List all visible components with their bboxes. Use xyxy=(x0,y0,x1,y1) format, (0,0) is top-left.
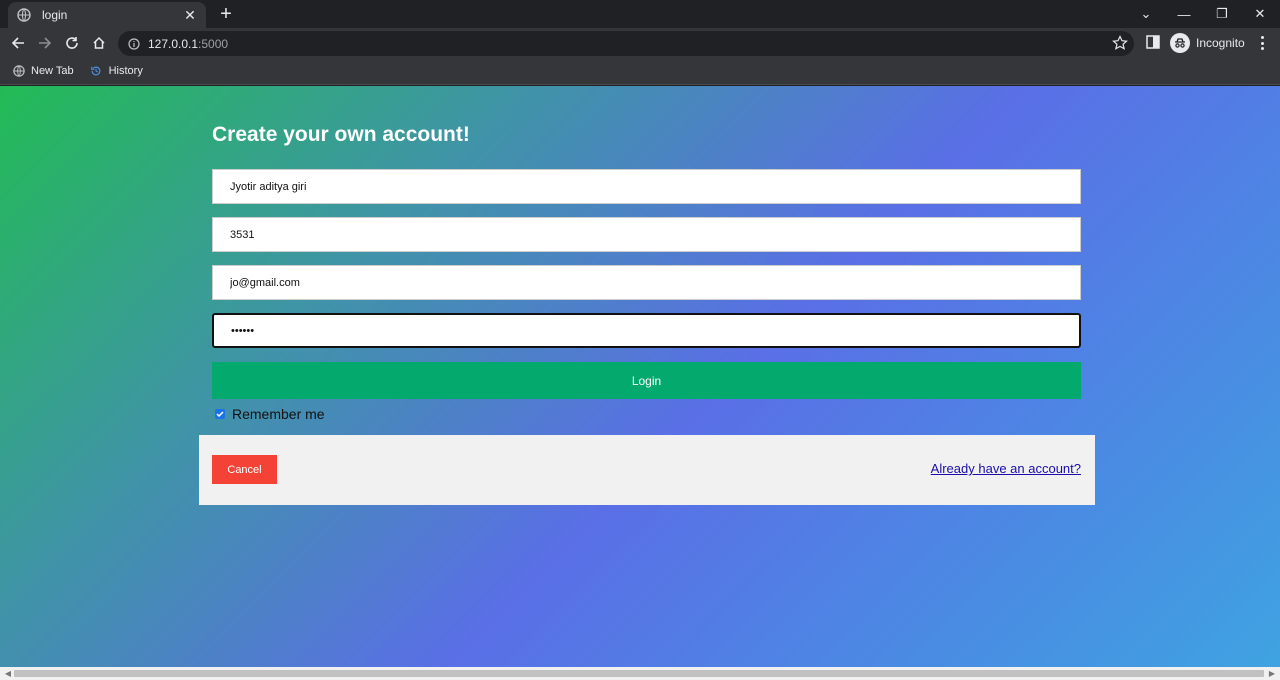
scroll-left-icon[interactable]: ◀ xyxy=(2,669,14,678)
remember-checkbox[interactable] xyxy=(215,409,225,419)
cancel-button[interactable]: Cancel xyxy=(212,455,277,484)
password-field[interactable] xyxy=(212,313,1081,348)
new-tab-button[interactable]: + xyxy=(216,4,236,24)
browser-menu-icon[interactable] xyxy=(1256,33,1268,53)
restore-icon[interactable]: ❐ xyxy=(1203,0,1241,28)
bookmark-history[interactable]: History xyxy=(90,65,143,78)
bookmarks-bar: New Tab History xyxy=(0,58,1280,85)
site-info-icon[interactable] xyxy=(126,36,142,52)
form-footer: Cancel Already have an account? xyxy=(199,435,1095,505)
window-close-icon[interactable]: ✕ xyxy=(1241,0,1279,28)
reload-icon[interactable] xyxy=(61,32,83,54)
browser-tab[interactable]: login ✕ xyxy=(8,2,206,28)
incognito-label: Incognito xyxy=(1196,36,1245,50)
email-field[interactable] xyxy=(212,265,1081,300)
remember-me: Remember me xyxy=(215,406,325,422)
address-bar[interactable]: 127.0.0.1:5000 xyxy=(118,31,1134,56)
browser-toolbar: 127.0.0.1:5000 Incognito xyxy=(0,28,1280,58)
bookmark-label: New Tab xyxy=(31,65,74,77)
scrollbar-thumb[interactable] xyxy=(14,670,1264,677)
bookmark-star-icon[interactable] xyxy=(1112,35,1128,51)
back-arrow-icon[interactable] xyxy=(7,32,29,54)
url-port: :5000 xyxy=(198,36,229,51)
page-viewport: Create your own account! Login Remember … xyxy=(0,86,1280,667)
number-field[interactable] xyxy=(212,217,1081,252)
already-have-account-link[interactable]: Already have an account? xyxy=(931,461,1081,476)
minimize-icon[interactable]: — xyxy=(1165,0,1203,28)
tab-close-icon[interactable]: ✕ xyxy=(182,7,198,24)
tab-strip: login ✕ + ⌄ — ❐ ✕ xyxy=(0,0,1280,28)
incognito-icon xyxy=(1170,33,1190,53)
checkmark-icon xyxy=(216,411,224,418)
tab-title: login xyxy=(42,8,68,22)
globe-icon xyxy=(12,65,25,78)
bookmark-label: History xyxy=(108,65,143,77)
bookmark-new-tab[interactable]: New Tab xyxy=(12,65,74,78)
history-icon xyxy=(90,65,103,78)
remember-label: Remember me xyxy=(232,406,325,422)
home-icon[interactable] xyxy=(88,32,110,54)
tab-search-icon[interactable]: ⌄ xyxy=(1127,0,1165,28)
forward-arrow-icon[interactable] xyxy=(34,32,56,54)
globe-icon xyxy=(16,7,32,23)
incognito-profile[interactable]: Incognito xyxy=(1170,31,1245,55)
scroll-right-icon[interactable]: ▶ xyxy=(1266,669,1278,678)
horizontal-scrollbar[interactable]: ◀ ▶ xyxy=(0,667,1280,680)
side-panel-icon[interactable] xyxy=(1145,34,1161,50)
url-host: 127.0.0.1 xyxy=(148,36,199,51)
page-title: Create your own account! xyxy=(212,123,470,146)
name-field[interactable] xyxy=(212,169,1081,204)
login-button[interactable]: Login xyxy=(212,362,1081,399)
